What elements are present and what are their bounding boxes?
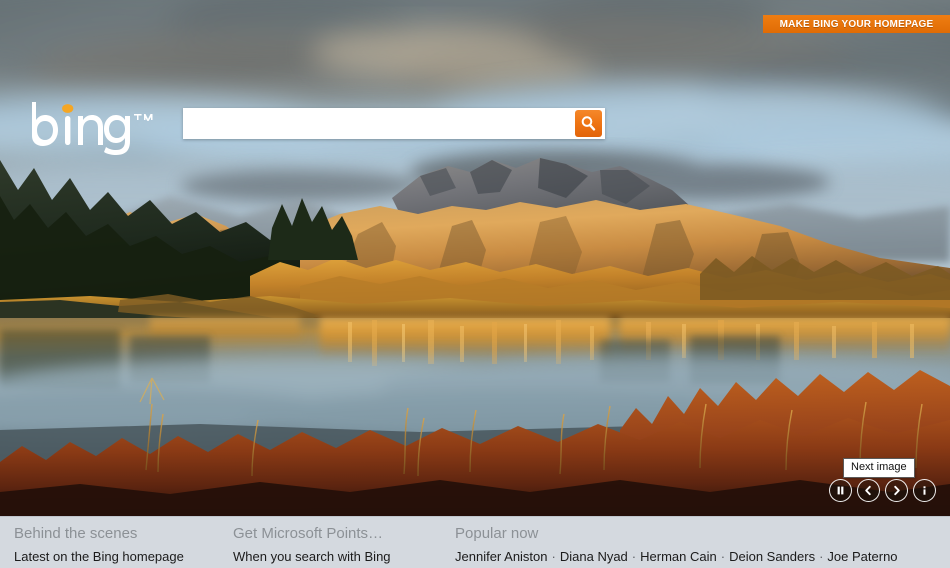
popular-now-trend-list: Jennifer Aniston · Diana Nyad · Herman Cain ·… <box>455 547 898 566</box>
info-icon <box>923 486 926 495</box>
trend-item[interactable]: Diana Nyad <box>560 549 628 564</box>
pause-button[interactable] <box>829 479 852 502</box>
bing-homepage: MAKE BING YOUR HOMEPAGE Next image Behin… <box>0 0 950 568</box>
make-homepage-banner-label: MAKE BING YOUR HOMEPAGE <box>779 18 934 30</box>
chevron-left-icon <box>865 485 871 496</box>
bing-logo[interactable] <box>26 96 174 155</box>
make-homepage-banner[interactable]: MAKE BING YOUR HOMEPAGE <box>763 15 950 33</box>
trend-item[interactable]: Joe Paterno <box>827 549 897 564</box>
image-info-button[interactable] <box>913 479 936 502</box>
image-controls <box>829 479 936 502</box>
trend-separator: · <box>551 549 556 564</box>
behind-the-scenes-heading[interactable]: Behind the scenes <box>14 524 184 544</box>
bing-logo-dot <box>62 104 74 113</box>
trend-item[interactable]: Jennifer Aniston <box>455 549 548 564</box>
trademark-symbol <box>134 114 153 121</box>
popular-now-heading[interactable]: Popular now <box>455 524 898 544</box>
trend-item[interactable]: Deion Sanders <box>729 549 815 564</box>
info-column-behind-the-scenes: Behind the scenes Latest on the Bing hom… <box>14 524 184 566</box>
bottom-info-bar: Behind the scenes Latest on the Bing hom… <box>0 516 950 568</box>
search-input[interactable] <box>184 109 575 138</box>
chevron-right-icon <box>894 485 900 496</box>
microsoft-points-heading[interactable]: Get Microsoft Points… <box>233 524 391 544</box>
trend-separator: · <box>720 549 726 564</box>
previous-image-button[interactable] <box>857 479 880 502</box>
info-column-microsoft-points: Get Microsoft Points… When you search wi… <box>233 524 391 566</box>
behind-the-scenes-link[interactable]: Latest on the Bing homepage <box>14 547 184 566</box>
next-image-tooltip: Next image <box>843 458 915 478</box>
background-image[interactable]: MAKE BING YOUR HOMEPAGE Next image <box>0 0 950 516</box>
next-image-tooltip-label: Next image <box>851 461 907 473</box>
trend-item[interactable]: Herman Cain <box>640 549 717 564</box>
pause-icon <box>837 486 844 495</box>
search-icon <box>581 116 596 131</box>
bing-logo-artwork <box>32 102 153 155</box>
trend-separator: · <box>631 549 637 564</box>
info-column-popular-now: Popular now Jennifer Aniston · Diana Nyad ·… <box>455 524 898 566</box>
microsoft-points-link[interactable]: When you search with Bing <box>233 547 391 566</box>
search-button[interactable] <box>575 110 602 137</box>
search-form[interactable] <box>183 108 605 139</box>
trend-separator: · <box>819 549 824 564</box>
next-image-button[interactable] <box>885 479 908 502</box>
background-image-artwork <box>0 0 950 516</box>
